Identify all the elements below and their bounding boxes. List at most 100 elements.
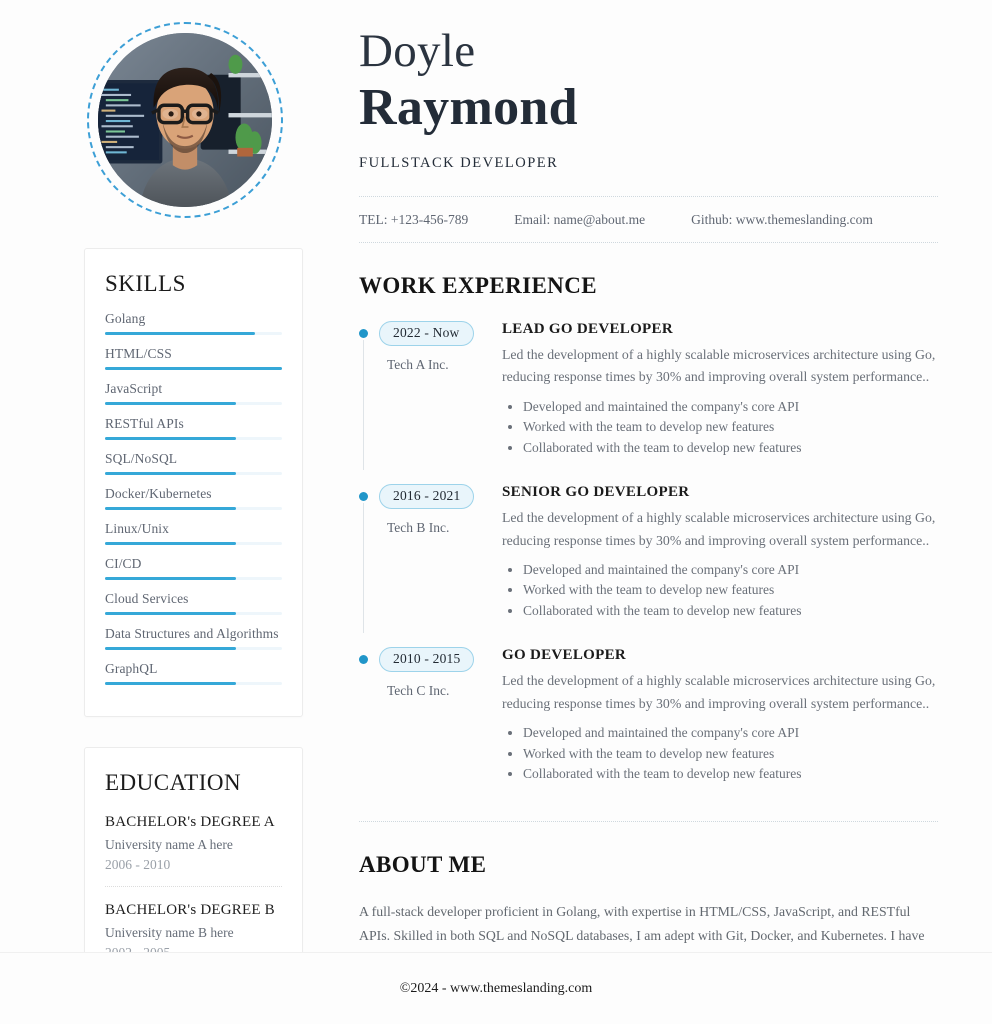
profile-photo-frame: [87, 22, 283, 218]
work-company: Tech B Inc.: [387, 520, 450, 536]
education-list: BACHELOR's DEGREE A University name A her…: [105, 810, 282, 961]
work-date-badge: 2022 - Now: [379, 320, 474, 346]
name-header: Doyle Raymond FULLSTACK DEVELOPER: [359, 26, 938, 172]
skill-progress-track: [105, 332, 282, 335]
education-years: 2006 - 2010: [105, 857, 171, 872]
skill-progress-fill: [105, 507, 236, 510]
skill-name: Cloud Services: [105, 591, 189, 606]
skill-progress-track: [105, 367, 282, 370]
skill-name: Linux/Unix: [105, 521, 169, 536]
sidebar: SKILLS Golang HTML/CSS JavaScript RESTful A…: [84, 18, 303, 1022]
resume-body: SKILLS Golang HTML/CSS JavaScript RESTful A…: [0, 0, 992, 1022]
skill-item: Golang: [105, 311, 282, 335]
skill-name: CI/CD: [105, 556, 142, 571]
skill-progress-track: [105, 542, 282, 545]
about-divider: [359, 820, 938, 822]
skill-item: RESTful APIs: [105, 416, 282, 440]
work-bullet: Developed and maintained the company's c…: [502, 397, 938, 418]
main-column: Doyle Raymond FULLSTACK DEVELOPER TEL: +…: [359, 18, 938, 1022]
first-name: Doyle: [359, 25, 476, 77]
skill-progress-fill: [105, 437, 236, 440]
work-bullet: Developed and maintained the company's c…: [502, 723, 938, 744]
timeline-dot-icon: [359, 328, 368, 338]
work-bullet-list: Developed and maintained the company's c…: [502, 560, 938, 622]
skill-item: SQL/NoSQL: [105, 451, 282, 475]
skills-title: SKILLS: [105, 271, 186, 296]
last-name: Raymond: [359, 78, 578, 136]
education-degree: BACHELOR's DEGREE B: [105, 902, 275, 918]
work-company: Tech A Inc.: [387, 356, 449, 372]
work-item-detail: SENIOR GO DEVELOPER Led the development o…: [499, 484, 938, 621]
timeline-dot-icon: [359, 655, 368, 665]
work-date-badge: 2010 - 2015: [379, 647, 475, 673]
work-bullet: Collaborated with the team to develop ne…: [502, 438, 938, 459]
education-degree: BACHELOR's DEGREE A: [105, 814, 275, 830]
skill-name: Docker/Kubernetes: [105, 486, 212, 501]
skill-progress-track: [105, 507, 282, 510]
skill-progress-fill: [105, 647, 236, 650]
skill-item: Data Structures and Algorithms: [105, 626, 282, 650]
education-item: BACHELOR's DEGREE B University name B her…: [105, 886, 282, 961]
skill-name: Data Structures and Algorithms: [105, 626, 279, 641]
skill-progress-fill: [105, 682, 236, 685]
skill-progress-track: [105, 472, 282, 475]
skill-progress-fill: [105, 542, 236, 545]
skill-item: Docker/Kubernetes: [105, 486, 282, 510]
resume-page: SKILLS Golang HTML/CSS JavaScript RESTful A…: [0, 0, 992, 1024]
work-company: Tech C Inc.: [387, 683, 450, 699]
skill-progress-fill: [105, 402, 236, 405]
skill-item: GraphQL: [105, 661, 282, 685]
skill-progress-track: [105, 682, 282, 685]
work-role: GO DEVELOPER: [502, 647, 627, 664]
work-bullet: Worked with the team to develop new feat…: [502, 417, 938, 438]
skill-item: HTML/CSS: [105, 346, 282, 370]
footer-copyright: ©2024 - www.themeslanding.com: [399, 980, 593, 996]
profile-photo: [98, 33, 272, 207]
skill-progress-track: [105, 612, 282, 615]
skill-name: SQL/NoSQL: [105, 451, 178, 466]
work-item: 2022 - Now Tech A Inc. LEAD GO DEVELOPER Le…: [359, 320, 938, 484]
education-school: University name B here: [105, 925, 234, 940]
work-bullet: Worked with the team to develop new feat…: [502, 744, 938, 765]
work-timeline: 2022 - Now Tech A Inc. LEAD GO DEVELOPER Le…: [359, 320, 938, 811]
skill-progress-fill: [105, 367, 282, 370]
skill-name: RESTful APIs: [105, 416, 184, 431]
skill-progress-track: [105, 647, 282, 650]
work-item-meta: 2022 - Now Tech A Inc.: [359, 320, 499, 471]
contact-tel[interactable]: TEL: +123-456-789: [359, 212, 468, 228]
work-bullet: Collaborated with the team to develop ne…: [502, 764, 938, 785]
skill-progress-fill: [105, 612, 236, 615]
education-title: EDUCATION: [105, 770, 242, 795]
work-item-detail: GO DEVELOPER Led the development of a hig…: [499, 647, 938, 784]
work-role: SENIOR GO DEVELOPER: [502, 484, 690, 501]
work-item-detail: LEAD GO DEVELOPER Led the development of …: [499, 321, 938, 458]
work-description: Led the development of a highly scalable…: [502, 510, 936, 548]
education-school: University name A here: [105, 837, 233, 852]
about-title: ABOUT ME: [359, 851, 487, 877]
skill-progress-fill: [105, 332, 256, 335]
skill-progress-track: [105, 437, 282, 440]
timeline-line: [363, 503, 364, 634]
contact-email[interactable]: Email: name@about.me: [514, 212, 645, 228]
work-description: Led the development of a highly scalable…: [502, 673, 936, 711]
work-description: Led the development of a highly scalable…: [502, 346, 936, 385]
work-bullet-list: Developed and maintained the company's c…: [502, 723, 938, 785]
skill-item: JavaScript: [105, 381, 282, 405]
education-card: EDUCATION BACHELOR's DEGREE A University …: [84, 747, 303, 982]
job-title: FULLSTACK DEVELOPER: [359, 154, 559, 171]
work-bullet: Worked with the team to develop new feat…: [502, 580, 938, 601]
work-bullet-list: Developed and maintained the company's c…: [502, 397, 938, 459]
timeline-dot-icon: [359, 492, 368, 502]
skill-name: Golang: [105, 311, 146, 326]
work-bullet: Developed and maintained the company's c…: [502, 560, 938, 581]
skill-name: GraphQL: [105, 661, 158, 676]
skills-card: SKILLS Golang HTML/CSS JavaScript RESTful A…: [84, 248, 303, 717]
education-item: BACHELOR's DEGREE A University name A her…: [105, 810, 282, 873]
timeline-line: [363, 339, 364, 471]
skills-list: Golang HTML/CSS JavaScript RESTful APIs SQL/…: [105, 311, 282, 685]
skill-item: Cloud Services: [105, 591, 282, 615]
contact-github[interactable]: Github: www.themeslanding.com: [691, 212, 873, 228]
work-date-badge: 2016 - 2021: [379, 484, 475, 510]
contact-row: TEL: +123-456-789 Email: name@about.me G…: [359, 195, 938, 243]
work-experience-title: WORK EXPERIENCE: [359, 272, 597, 298]
